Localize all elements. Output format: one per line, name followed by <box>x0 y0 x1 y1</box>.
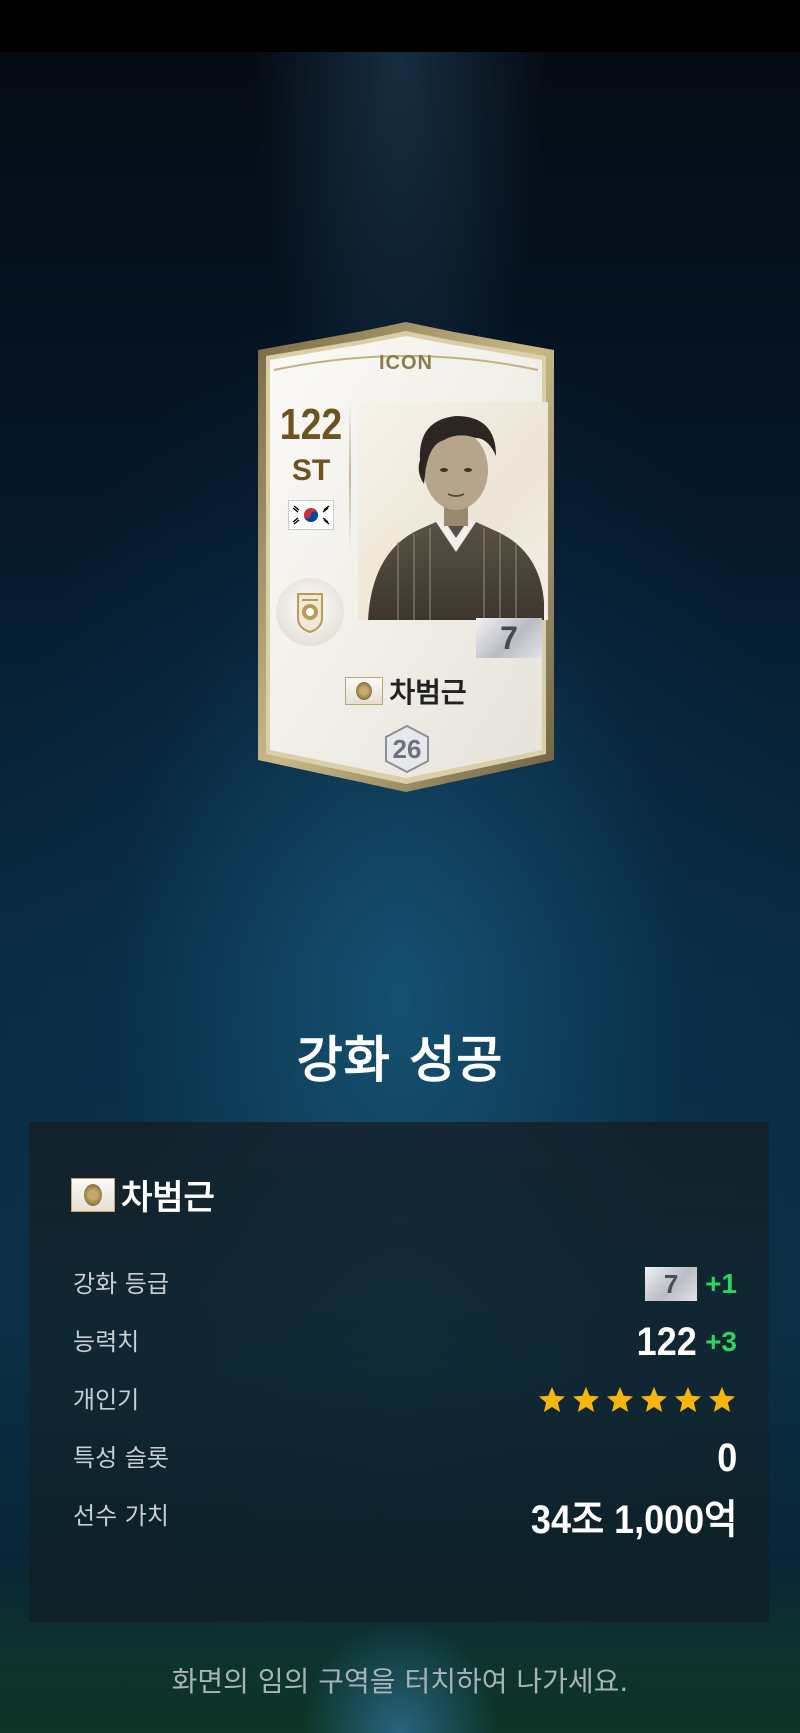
stat-row-value: 선수 가치 34조 1,000억 <box>73 1494 737 1542</box>
player-value: 34조 1,000억 <box>530 1498 737 1542</box>
stat-label: 개인기 <box>73 1386 140 1414</box>
grade-chip: 7 <box>645 1267 698 1301</box>
card-salary: 26 <box>392 734 422 764</box>
stat-value: 7 +1 <box>645 1262 737 1306</box>
stat-value <box>537 1378 737 1422</box>
player-card[interactable]: ICON 122 ST 7 차범근 26 <box>258 322 554 792</box>
player-photo <box>358 402 548 620</box>
stat-label: 선수 가치 <box>73 1502 169 1530</box>
star-icon <box>538 1386 566 1412</box>
result-title: 강화 성공 <box>296 1031 504 1089</box>
star-icon <box>572 1386 600 1412</box>
stat-row-ovr: 능력치 122 +3 <box>73 1320 737 1364</box>
stat-row-trait: 특성 슬롯 0 <box>73 1436 737 1480</box>
korea-flag-icon <box>288 500 334 530</box>
star-icon <box>640 1386 668 1412</box>
stat-row-skill: 개인기 <box>73 1378 737 1422</box>
top-status-bar <box>0 0 800 52</box>
card-grade-chip: 7 <box>476 618 542 658</box>
icon-season-icon <box>345 677 384 705</box>
stat-label: 능력치 <box>73 1328 140 1356</box>
result-panel: 차범근 강화 등급 7 +1 능력치 122 +3 개인기 특성 슬롯 0 선수… <box>29 1122 769 1622</box>
card-tier-label: ICON <box>379 352 433 374</box>
panel-header: 차범근 <box>71 1170 215 1219</box>
grade-delta: +1 <box>705 1268 737 1299</box>
card-name-row: 차범근 <box>258 672 554 710</box>
panel-player-name: 차범근 <box>121 1178 215 1218</box>
stat-label: 특성 슬롯 <box>73 1444 169 1472</box>
card-divider <box>349 400 351 550</box>
ovr-delta: +3 <box>705 1326 737 1357</box>
card-overall: 122 <box>279 400 343 449</box>
skill-stars <box>537 1385 737 1415</box>
trait-slot-value: 0 <box>716 1435 737 1480</box>
star-icon <box>708 1386 736 1412</box>
ovr-value: 122 <box>636 1319 698 1364</box>
icon-badge-icon <box>276 578 344 646</box>
star-icon <box>606 1386 634 1412</box>
star-icon <box>674 1386 702 1412</box>
card-position: ST <box>291 454 331 487</box>
stat-label: 강화 등급 <box>73 1270 169 1298</box>
exit-hint[interactable]: 화면의 임의 구역을 터치하여 나가세요. <box>0 1660 800 1700</box>
stat-value: 122 +3 <box>630 1320 737 1364</box>
icon-season-icon <box>71 1177 115 1212</box>
card-player-name: 차범근 <box>389 676 467 709</box>
stat-row-grade: 강화 등급 7 +1 <box>73 1262 737 1306</box>
stat-value: 0 <box>715 1436 737 1480</box>
stat-value: 34조 1,000억 <box>508 1494 737 1542</box>
